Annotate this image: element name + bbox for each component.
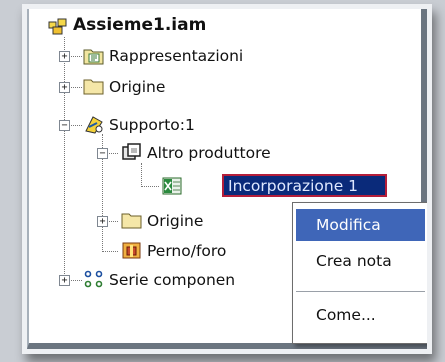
tree-line xyxy=(64,37,65,282)
tree-item-origin-child[interactable]: Origine xyxy=(147,212,203,230)
expand-toggle[interactable]: + xyxy=(59,82,70,93)
tree-item-pin-hole[interactable]: Perno/foro xyxy=(147,242,226,260)
expand-toggle[interactable]: + xyxy=(59,275,70,286)
folder-icon xyxy=(121,213,142,229)
tree-line xyxy=(141,163,142,187)
tree-item-support[interactable]: Supporto:1 xyxy=(109,116,195,134)
tree-item-embedding-selected[interactable]: Incorporazione 1 xyxy=(222,174,387,197)
tree-item-third-party[interactable]: Altro produttore xyxy=(147,144,271,162)
part-link-icon xyxy=(85,116,103,134)
excel-icon xyxy=(162,177,182,195)
component-pattern-icon xyxy=(84,270,103,288)
expand-toggle[interactable]: + xyxy=(97,216,108,227)
representations-icon xyxy=(83,49,104,65)
menu-item-create-note[interactable]: Crea nota xyxy=(296,245,425,277)
tree-line xyxy=(141,186,159,187)
embedding-label: Incorporazione 1 xyxy=(228,177,359,195)
menu-item-how-to[interactable]: Come... xyxy=(296,299,425,331)
tree-item-component-pattern[interactable]: Serie componen xyxy=(109,271,235,289)
pin-hole-icon xyxy=(122,242,141,259)
collapse-toggle[interactable]: − xyxy=(97,148,108,159)
screenshot-frame: Assieme1.iam + Rappresentazioni + Origin… xyxy=(22,4,432,354)
browser-panel: Assieme1.iam + Rappresentazioni + Origin… xyxy=(27,9,427,349)
expand-toggle[interactable]: + xyxy=(59,51,70,62)
tree-line xyxy=(102,251,118,252)
tree-item-origin[interactable]: Origine xyxy=(109,78,165,96)
assembly-icon xyxy=(48,18,67,35)
third-party-icon xyxy=(122,143,141,160)
menu-item-edit[interactable]: Modifica xyxy=(296,209,425,241)
menu-separator xyxy=(296,291,425,292)
root-assembly-label[interactable]: Assieme1.iam xyxy=(73,15,206,35)
collapse-toggle[interactable]: − xyxy=(59,120,70,131)
folder-icon xyxy=(83,79,104,95)
context-menu: Modifica Crea nota Come... xyxy=(292,202,427,344)
tree-item-representations[interactable]: Rappresentazioni xyxy=(109,47,243,65)
